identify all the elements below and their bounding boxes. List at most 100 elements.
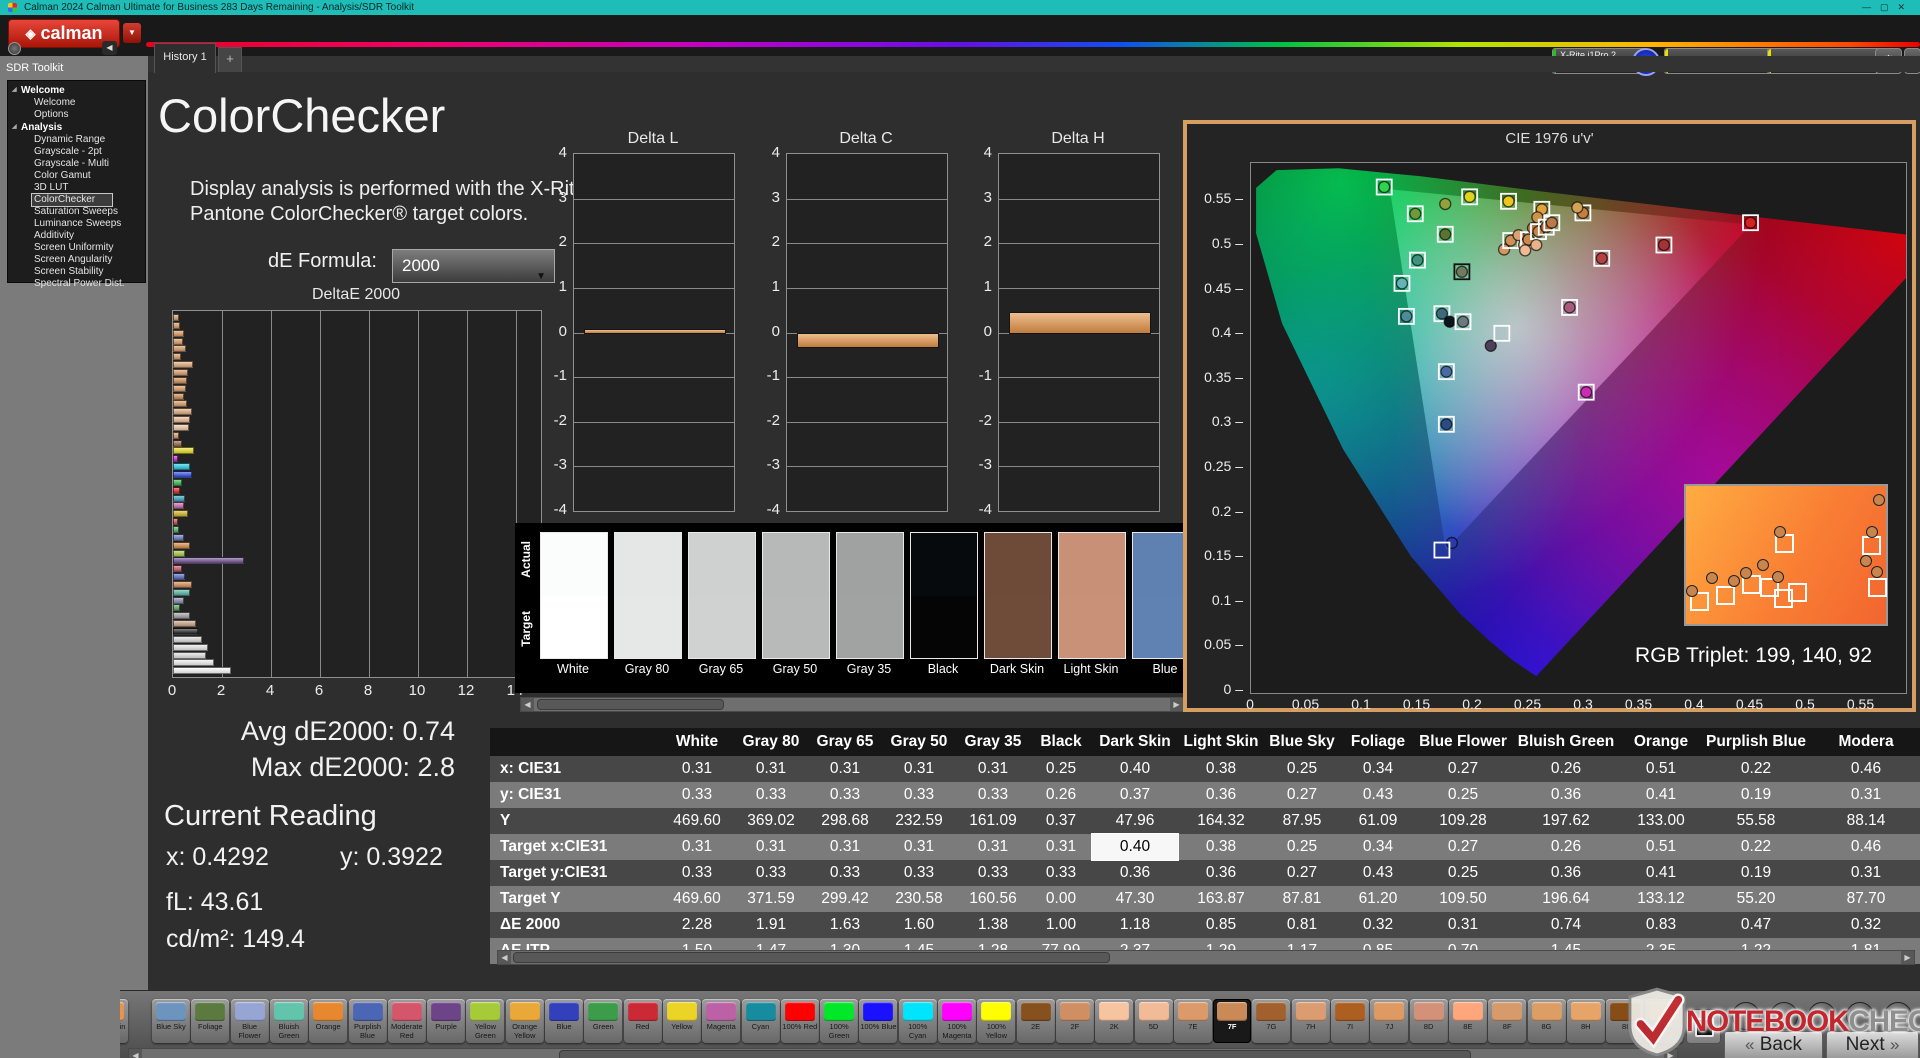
transport-button[interactable] (1732, 1002, 1760, 1030)
patch-button-100-magenta[interactable]: 100% Magenta (938, 999, 976, 1043)
patch-button-red[interactable]: Red (623, 999, 662, 1043)
patch-button-2f[interactable]: 2F (1055, 999, 1094, 1043)
highlighted-cell[interactable]: 0.40 (1091, 833, 1179, 861)
patch-button-blue-sky[interactable]: Blue Sky (152, 999, 190, 1043)
sidebar-item-additivity[interactable]: Additivity (8, 230, 145, 242)
patch-label: Blue Flower (238, 1022, 261, 1040)
patch-button-bluish-green[interactable]: Bluish Green (269, 999, 308, 1043)
patch-button-moderate-red[interactable]: Moderate Red (387, 999, 426, 1043)
patch-button-8i[interactable]: 8I (1606, 999, 1645, 1043)
patch-button-cyan[interactable]: Cyan (741, 999, 780, 1043)
transport-button[interactable] (1770, 1002, 1798, 1030)
scroll-right-icon[interactable]: ▶ (1170, 698, 1183, 711)
sidebar-item-grayscale-2pt[interactable]: Grayscale - 2pt (8, 146, 145, 158)
patch-button-8g[interactable]: 8G (1527, 999, 1566, 1043)
patch-button-blue-flower[interactable]: Blue Flower (230, 999, 269, 1043)
tab-history-1[interactable]: History 1 (154, 43, 216, 73)
patch-button-7e[interactable]: 7E (1173, 999, 1212, 1043)
patch-button-foliage[interactable]: Foliage (191, 999, 230, 1043)
table-cell: 0.47 (1700, 912, 1812, 938)
patch-button-purplish-blue[interactable]: Purplish Blue (348, 999, 387, 1043)
patch-button-7j[interactable]: 7J (1370, 999, 1409, 1043)
scrollbar[interactable]: ◀ ▶ (497, 950, 1915, 965)
patch-button-2k[interactable]: 2K (1095, 999, 1134, 1043)
patch-color (1452, 1002, 1483, 1021)
patch-button-100-cyan[interactable]: 100% Cyan (898, 999, 937, 1043)
tree-section[interactable]: ◢ Analysis (8, 121, 145, 134)
patch-button-2e[interactable]: 2E (1016, 999, 1055, 1043)
scroll-left-icon[interactable]: ◀ (129, 1049, 142, 1058)
patch-button-8j[interactable]: 8J (1645, 999, 1684, 1043)
patch-button-green[interactable]: Green (584, 999, 623, 1043)
add-tab-button[interactable]: + (218, 47, 242, 72)
swatch-target (763, 595, 829, 658)
scroll-left-icon[interactable]: ◀ (498, 951, 511, 964)
patch-label: 8D (1423, 1022, 1434, 1031)
sidebar-item-screen-stability[interactable]: Screen Stability (8, 266, 145, 278)
sidebar-item-3d-lut[interactable]: 3D LUT (8, 182, 145, 194)
patch-button-orange-yellow[interactable]: Orange Yellow (505, 999, 544, 1043)
patch-button-8f[interactable]: 8F (1488, 999, 1527, 1043)
transport-button[interactable] (1884, 1002, 1912, 1030)
patch-button-yellow[interactable]: Yellow (662, 999, 701, 1043)
patch-button-7h[interactable]: 7H (1291, 999, 1330, 1043)
sidebar-item-color-gamut[interactable]: Color Gamut (8, 170, 145, 182)
scroll-right-icon[interactable]: ▶ (1901, 951, 1914, 964)
patch-button-100-yellow[interactable]: 100% Yellow (977, 999, 1016, 1043)
deltae-bar (173, 604, 181, 612)
patch-button-100-blue[interactable]: 100% Blue (859, 999, 898, 1043)
table-cell: 0.31 (956, 834, 1030, 860)
window-controls[interactable]: —▢✕ (1862, 0, 1914, 15)
patch-button-8d[interactable]: 8D (1409, 999, 1448, 1043)
patch-button-blue[interactable]: Blue (545, 999, 583, 1043)
transport-button[interactable] (1846, 1002, 1874, 1030)
sidebar-item-dynamic-range[interactable]: Dynamic Range (8, 134, 145, 146)
expander-icon[interactable]: ◢ (12, 123, 17, 130)
patch-button-magenta[interactable]: Magenta (702, 999, 741, 1043)
sidebar-collapse-button[interactable]: ◀ (102, 41, 117, 55)
sidebar-item-luminance-sweeps[interactable]: Luminance Sweeps (8, 218, 145, 230)
scroll-left-icon[interactable]: ◀ (521, 698, 534, 711)
sidebar-item-options[interactable]: Options (8, 109, 145, 121)
sidebar-item-grayscale-multi[interactable]: Grayscale - Multi (8, 158, 145, 170)
sidebar-item-screen-angularity[interactable]: Screen Angularity (8, 254, 145, 266)
sidebar-item-colorchecker[interactable]: ColorChecker (31, 193, 113, 207)
scrollbar-thumb[interactable] (537, 699, 724, 710)
patch-button-100-green[interactable]: 100% Green (820, 999, 859, 1043)
patch-button-light-skin[interactable]: Light Skin (120, 999, 128, 1043)
patch-button-7g[interactable]: 7G (1252, 999, 1291, 1043)
patch-button-orange[interactable]: Orange (309, 999, 348, 1043)
next-button[interactable]: Next » (1826, 1031, 1919, 1058)
deltae-bar (173, 368, 189, 376)
patch-button-yellow-green[interactable]: Yellow Green (466, 999, 505, 1043)
tree-section[interactable]: ◢ Welcome (8, 84, 145, 97)
transport-button[interactable] (1808, 1002, 1836, 1030)
scroll-right-icon[interactable]: ▶ (1664, 1049, 1677, 1058)
scrollbar-thumb[interactable] (513, 952, 1110, 963)
back-button[interactable]: « Back (1724, 1031, 1823, 1058)
expander-icon[interactable]: ◢ (12, 86, 17, 93)
patch-button-8e[interactable]: 8E (1448, 999, 1487, 1043)
patch-button-7i[interactable]: 7I (1331, 999, 1369, 1043)
patch-button-8h[interactable]: 8H (1566, 999, 1605, 1043)
sidebar-pin-button[interactable] (8, 42, 21, 55)
patch-button-5d[interactable]: 5D (1134, 999, 1173, 1043)
patch-label: 100% Green (828, 1022, 850, 1040)
sidebar-item-spectral-power-dist-[interactable]: Spectral Power Dist. (8, 278, 145, 290)
patch-button-7f[interactable]: 7F (1213, 999, 1252, 1043)
table-cell: 133.12 (1622, 886, 1700, 912)
table-cell: 0.31 (1416, 912, 1510, 938)
column-header: Light Skin (1178, 728, 1264, 756)
scrollbar-thumb[interactable] (559, 1050, 1471, 1058)
stop-button[interactable] (1686, 1009, 1721, 1044)
patch-button-100-red[interactable]: 100% Red (780, 999, 819, 1043)
sidebar-item-screen-uniformity[interactable]: Screen Uniformity (8, 242, 145, 254)
sidebar-item-welcome[interactable]: Welcome (8, 97, 145, 109)
patch-button-purple[interactable]: Purple (427, 999, 466, 1043)
scrollbar[interactable]: ◀ ▶ (128, 1048, 1678, 1058)
chevron-down-icon[interactable]: ▼ (123, 23, 141, 43)
scrollbar[interactable]: ◀ ▶ (520, 697, 1184, 712)
sidebar-item-saturation-sweeps[interactable]: Saturation Sweeps (8, 206, 145, 218)
delta-chart-title: Delta L (627, 130, 679, 147)
de-formula-dropdown[interactable]: 2000 ▼ (392, 249, 555, 283)
